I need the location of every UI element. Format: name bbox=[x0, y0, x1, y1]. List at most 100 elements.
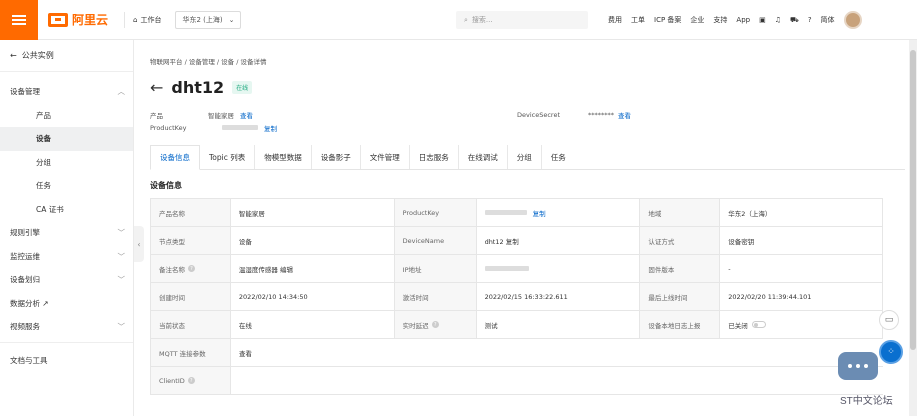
sidebar-item-device-management[interactable]: 设备管理 ︿ bbox=[0, 80, 133, 104]
productkey-copy-link[interactable]: 复制 bbox=[264, 123, 277, 133]
sidebar-item-label: 设备 bbox=[36, 134, 51, 144]
sidebar-back-label: 公共实例 bbox=[21, 51, 54, 60]
sidebar-item-products[interactable]: 产品 bbox=[0, 104, 133, 128]
devicename-value[interactable]: dht12 复制 bbox=[476, 227, 641, 255]
field-value: 智能家居 bbox=[230, 199, 395, 227]
top-links: 费用 工单 ICP 备案 企业 支持 App ▣ ♫ ⛟ ? 简体 bbox=[608, 0, 862, 40]
field-value bbox=[231, 367, 883, 395]
device-meta: 产品 智能家居 查看 ProductKey 复制 bbox=[150, 108, 277, 134]
top-navigation-bar: 阿里云 ⌂ 工作台 华东2 (上海) ⌄ ⌕ 搜索... 费用 工单 ICP 备… bbox=[0, 0, 917, 40]
ip-masked bbox=[484, 266, 529, 271]
back-arrow-icon[interactable]: ← bbox=[150, 78, 163, 97]
question-icon[interactable]: ? bbox=[431, 321, 439, 328]
field-label: 备注名称? bbox=[151, 255, 231, 283]
sidebar-item-groups[interactable]: 分组 bbox=[0, 151, 133, 175]
top-link-support[interactable]: 支持 bbox=[713, 15, 727, 25]
sidebar-item-label: CA 证书 bbox=[36, 204, 64, 214]
breadcrumb: 物联网平台 / 设备管理 / 设备 / 设备详情 bbox=[150, 58, 267, 66]
field-value: 复制 bbox=[476, 199, 641, 227]
top-link-fees[interactable]: 费用 bbox=[608, 15, 622, 25]
scrollbar[interactable] bbox=[909, 40, 917, 416]
bell-icon[interactable]: ♫ bbox=[775, 16, 781, 24]
sidebar-item-video-service[interactable]: 视频服务 ﹀ bbox=[0, 315, 133, 339]
logo-text: 阿里云 bbox=[72, 13, 109, 27]
copy-link[interactable]: 复制 bbox=[533, 208, 546, 218]
sidebar-item-tasks[interactable]: 任务 bbox=[0, 174, 133, 198]
productkey-masked bbox=[222, 125, 258, 130]
sidebar-item-docs-tools[interactable]: 文档与工具 bbox=[0, 349, 133, 373]
field-label: 产品名称 bbox=[151, 199, 231, 227]
question-icon[interactable]: ? bbox=[187, 377, 195, 384]
question-icon[interactable]: ? bbox=[188, 265, 195, 272]
productkey-label: ProductKey bbox=[150, 123, 187, 132]
tab-groups[interactable]: 分组 bbox=[508, 145, 542, 169]
sidebar-item-label: 任务 bbox=[36, 181, 51, 191]
field-label-text: 备注名称 bbox=[159, 265, 185, 274]
secret-label: DeviceSecret bbox=[517, 110, 561, 119]
table-row: 创建时间 2022/02/10 14:34:50 激活时间 2022/02/15… bbox=[151, 283, 883, 311]
field-label: IP地址 bbox=[394, 255, 477, 283]
main-content: 物联网平台 / 设备管理 / 设备 / 设备详情 ← dht12 在线 产品 智能… bbox=[144, 40, 909, 416]
sidebar-item-rules-engine[interactable]: 规则引擎 ﹀ bbox=[0, 221, 133, 245]
tab-log-service[interactable]: 日志服务 bbox=[410, 145, 459, 169]
secret-value: ******** bbox=[588, 110, 615, 119]
avatar[interactable] bbox=[843, 11, 862, 29]
sidebar-item-monitoring[interactable]: 监控运维 ﹀ bbox=[0, 245, 133, 269]
mqtt-view-link[interactable]: 查看 bbox=[231, 339, 883, 367]
field-label: 激活时间 bbox=[394, 283, 477, 311]
search-input[interactable]: ⌕ 搜索... bbox=[456, 11, 588, 29]
field-label: 节点类型 bbox=[151, 227, 231, 255]
chevron-down-icon: ﹀ bbox=[117, 322, 126, 332]
field-label: 固件版本 bbox=[640, 255, 721, 283]
remark-value[interactable]: 温湿度传感器 编辑 bbox=[230, 255, 395, 283]
tab-device-info[interactable]: 设备信息 bbox=[150, 145, 200, 170]
tab-file-management[interactable]: 文件管理 bbox=[361, 145, 410, 169]
sidebar-item-data-analysis[interactable]: 数据分析 ↗ bbox=[0, 292, 133, 316]
tab-topic-list[interactable]: Topic 列表 bbox=[200, 145, 256, 169]
search-placeholder: 搜索... bbox=[471, 16, 493, 24]
field-value: 已关闭 bbox=[720, 311, 883, 339]
local-log-toggle[interactable] bbox=[751, 321, 766, 328]
sidebar-item-device-assignment[interactable]: 设备划归 ﹀ bbox=[0, 268, 133, 292]
field-value: 2022/02/10 14:34:50 bbox=[230, 283, 395, 311]
top-link-icp[interactable]: ICP 备案 bbox=[654, 15, 681, 25]
feedback-button[interactable]: ▭ bbox=[879, 310, 899, 330]
cart-icon[interactable]: ⛟ bbox=[790, 16, 799, 25]
test-link[interactable]: 测试 bbox=[476, 311, 641, 339]
aliyun-logo[interactable]: 阿里云 bbox=[48, 11, 108, 28]
field-value: 华东2（上海） bbox=[720, 199, 883, 227]
tab-online-debug[interactable]: 在线调试 bbox=[459, 145, 508, 169]
sidebar-collapse-handle[interactable]: ‹ bbox=[134, 226, 144, 262]
chevron-down-icon: ⌄ bbox=[228, 15, 235, 24]
tab-device-shadow[interactable]: 设备影子 bbox=[312, 145, 361, 169]
sidebar-item-label: 规则引擎 bbox=[10, 228, 40, 238]
top-link-tickets[interactable]: 工单 bbox=[631, 15, 645, 25]
scroll-thumb[interactable] bbox=[910, 50, 916, 350]
sidebar-item-label: 文档与工具 bbox=[10, 355, 48, 365]
top-link-app[interactable]: App bbox=[736, 16, 750, 24]
field-label: 认证方式 bbox=[640, 227, 721, 255]
top-link-enterprise[interactable]: 企业 bbox=[690, 15, 704, 25]
help-icon[interactable]: ? bbox=[808, 16, 812, 24]
region-label: 华东2 (上海) bbox=[182, 15, 223, 24]
secret-view-link[interactable]: 查看 bbox=[618, 110, 631, 120]
grid-icon: ⁘ bbox=[887, 347, 895, 357]
terminal-icon[interactable]: ▣ bbox=[759, 16, 766, 24]
workspace-link[interactable]: ⌂ 工作台 bbox=[133, 15, 161, 25]
tab-tasks[interactable]: 任务 bbox=[542, 145, 575, 169]
menu-icon[interactable] bbox=[0, 0, 38, 40]
tab-tsl-data[interactable]: 物模型数据 bbox=[255, 145, 312, 169]
language-switch[interactable]: 简体 bbox=[821, 15, 835, 25]
field-value: 设备密钥 bbox=[720, 227, 883, 255]
assistant-button[interactable]: ⁘ bbox=[879, 340, 903, 364]
chevron-down-icon: ﹀ bbox=[117, 251, 126, 261]
page-title: dht12 bbox=[171, 78, 225, 97]
sidebar-item-devices[interactable]: 设备 bbox=[0, 127, 133, 151]
product-view-link[interactable]: 查看 bbox=[240, 110, 253, 120]
field-label: 实时延迟? bbox=[394, 311, 477, 339]
chat-icon: ▭ bbox=[884, 315, 894, 325]
region-selector[interactable]: 华东2 (上海) ⌄ bbox=[175, 10, 242, 29]
sidebar-back[interactable]: ← 公共实例 bbox=[0, 40, 133, 72]
field-label-text: ClientID bbox=[159, 376, 185, 385]
sidebar-item-ca-cert[interactable]: CA 证书 bbox=[0, 198, 133, 222]
